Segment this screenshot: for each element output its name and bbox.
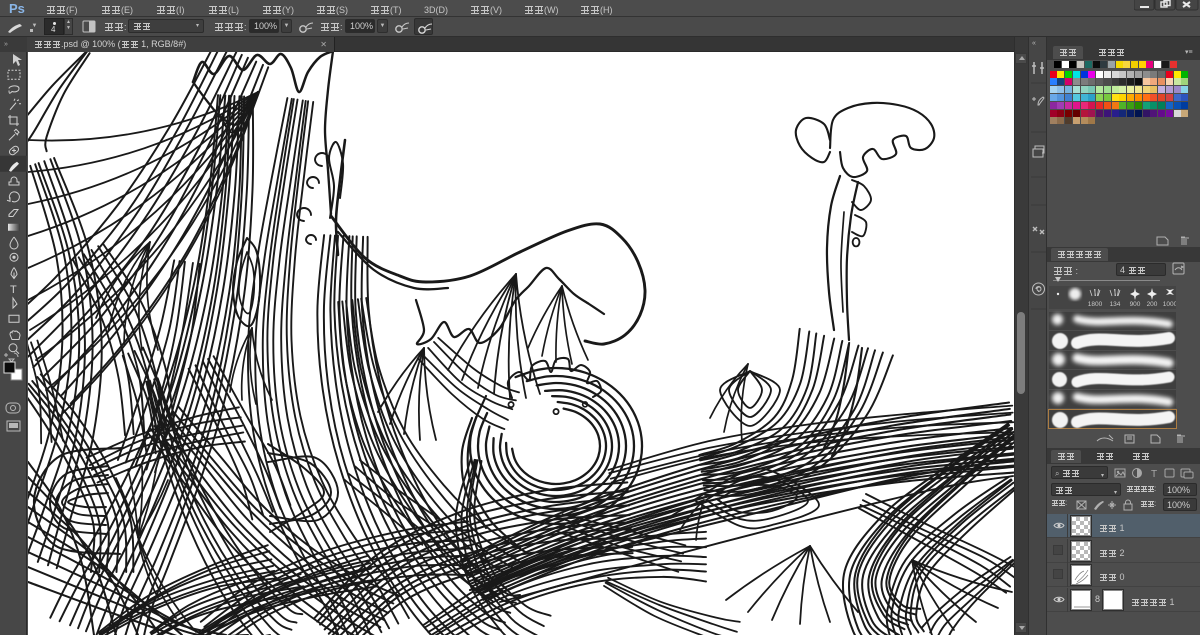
svg-text:1000: 1000 (1163, 301, 1176, 308)
svg-text:»: » (4, 41, 8, 48)
svg-text:200: 200 (1147, 301, 1158, 308)
svg-text:900: 900 (1130, 301, 1141, 308)
svg-text:T: T (1151, 469, 1157, 479)
svg-text:134: 134 (1110, 301, 1121, 308)
svg-text:1800: 1800 (1088, 301, 1103, 308)
svg-text:T: T (10, 284, 17, 296)
